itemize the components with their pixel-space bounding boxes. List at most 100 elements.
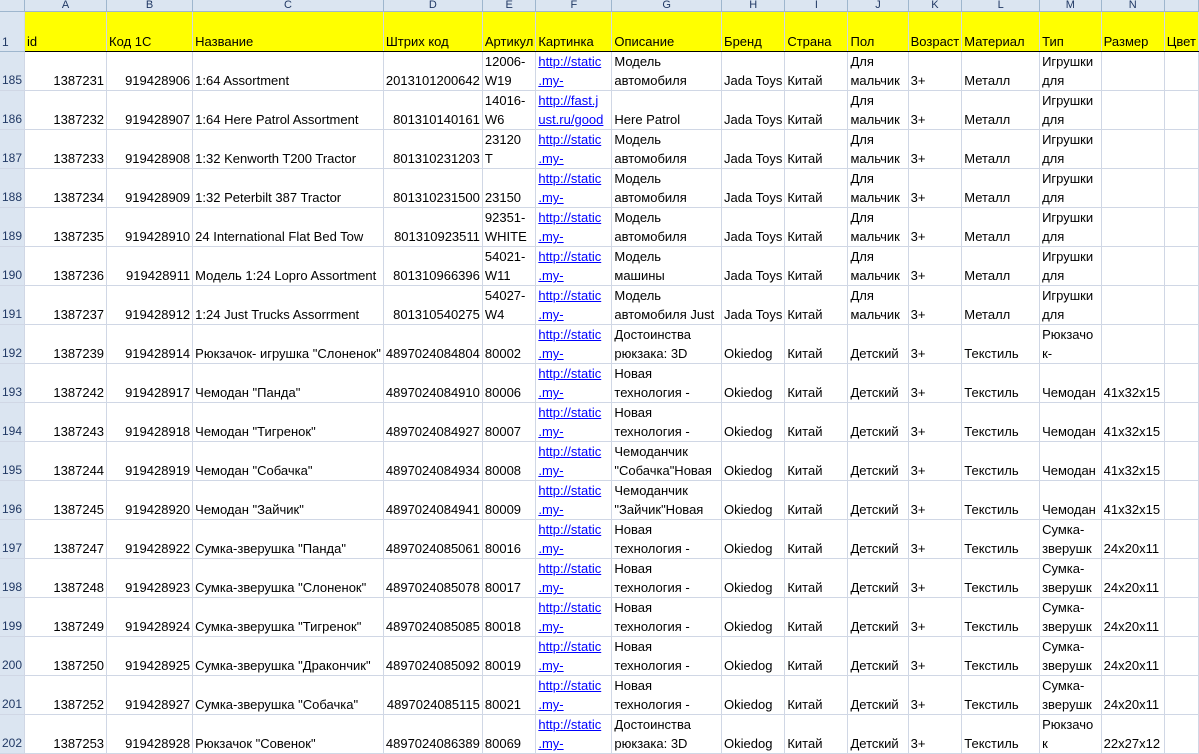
row-number[interactable]: 191 xyxy=(0,285,26,325)
cell-sex[interactable]: Детский xyxy=(847,714,909,754)
cell-id[interactable]: 1387232 xyxy=(24,90,108,130)
cell-name[interactable]: Чемодан "Зайчик" xyxy=(192,480,384,520)
cell-size[interactable]: 24x20x11 xyxy=(1101,519,1165,559)
cell-size[interactable] xyxy=(1101,246,1165,286)
row-number[interactable]: 196 xyxy=(0,480,26,520)
cell-material[interactable]: Металл xyxy=(961,285,1041,325)
row-number[interactable]: 199 xyxy=(0,597,26,637)
picture-link[interactable]: .my- xyxy=(538,149,609,168)
cell-brand[interactable]: Jada Toys xyxy=(721,285,786,325)
cell-id[interactable]: 1387253 xyxy=(24,714,108,754)
cell-size[interactable]: 41x32x15 xyxy=(1101,441,1165,481)
cell-age[interactable]: 3+ xyxy=(908,441,963,481)
cell-size[interactable]: 24x20x11 xyxy=(1101,558,1165,598)
cell-color[interactable] xyxy=(1164,285,1199,325)
row-number[interactable]: 190 xyxy=(0,246,26,286)
cell-picture[interactable]: http://static .my- xyxy=(535,519,613,559)
header-cell[interactable]: Описание xyxy=(611,11,723,52)
cell-country[interactable]: Китай xyxy=(784,51,849,91)
cell-description[interactable]: Модель автомобиля xyxy=(611,168,723,208)
cell-id[interactable]: 1387248 xyxy=(24,558,108,598)
row-number[interactable]: 195 xyxy=(0,441,26,481)
picture-link[interactable]: http://static xyxy=(538,286,609,305)
cell-age[interactable]: 3+ xyxy=(908,363,963,403)
cell-name[interactable]: Чемодан "Панда" xyxy=(192,363,384,403)
cell-sex[interactable]: Детский xyxy=(847,675,909,715)
cell-picture[interactable]: http://static .my- xyxy=(535,402,613,442)
cell-material[interactable]: Металл xyxy=(961,129,1041,169)
cell-size[interactable]: 41x32x15 xyxy=(1101,402,1165,442)
cell-name[interactable]: 1:24 Just Trucks Assorrment xyxy=(192,285,384,325)
picture-link[interactable]: http://static xyxy=(538,481,609,500)
column-header-h[interactable]: H xyxy=(721,0,786,12)
cell-brand[interactable]: Okiedog xyxy=(721,402,786,442)
cell-color[interactable] xyxy=(1164,246,1199,286)
cell-barcode[interactable]: 4897024084910 xyxy=(383,363,483,403)
picture-link[interactable]: .my- xyxy=(538,578,609,597)
cell-material[interactable]: Текстиль xyxy=(961,636,1041,676)
cell-picture[interactable]: http://static .my- xyxy=(535,597,613,637)
cell-id[interactable]: 1387231 xyxy=(24,51,108,91)
cell-code-1c[interactable]: 919428909 xyxy=(106,168,194,208)
column-header-i[interactable]: I xyxy=(784,0,849,12)
cell-code-1c[interactable]: 919428910 xyxy=(106,207,194,247)
header-cell[interactable]: Штрих код xyxy=(383,11,483,52)
cell-description[interactable]: Модель автомобиля xyxy=(611,129,723,169)
cell-size[interactable]: 24x20x11 xyxy=(1101,636,1165,676)
cell-code-1c[interactable]: 919428927 xyxy=(106,675,194,715)
picture-link[interactable]: .my- xyxy=(538,266,609,285)
cell-description[interactable]: Here Patrol xyxy=(611,90,723,130)
cell-brand[interactable]: Jada Toys xyxy=(721,129,786,169)
cell-barcode[interactable]: 4897024084934 xyxy=(383,441,483,481)
cell-barcode[interactable]: 801310231500 xyxy=(383,168,483,208)
cell-brand[interactable]: Okiedog xyxy=(721,597,786,637)
cell-color[interactable] xyxy=(1164,129,1199,169)
column-header-k[interactable]: K xyxy=(908,0,963,12)
cell-code-1c[interactable]: 919428914 xyxy=(106,324,194,364)
cell-size[interactable]: 24x20x11 xyxy=(1101,597,1165,637)
cell-article[interactable]: 80021 xyxy=(482,675,537,715)
cell-material[interactable]: Текстиль xyxy=(961,558,1041,598)
row-number[interactable]: 188 xyxy=(0,168,26,208)
cell-color[interactable] xyxy=(1164,636,1199,676)
cell-picture[interactable]: http://static .my- xyxy=(535,285,613,325)
column-header-c[interactable]: C xyxy=(192,0,384,12)
cell-type[interactable]: Игрушки для xyxy=(1039,168,1102,208)
cell-code-1c[interactable]: 919428924 xyxy=(106,597,194,637)
cell-age[interactable]: 3+ xyxy=(908,558,963,598)
cell-country[interactable]: Китай xyxy=(784,480,849,520)
cell-size[interactable] xyxy=(1101,51,1165,91)
cell-sex[interactable]: Для мальчик xyxy=(847,129,909,169)
cell-description[interactable]: Новая технология - xyxy=(611,519,723,559)
cell-article[interactable]: 23150 xyxy=(482,168,537,208)
cell-country[interactable]: Китай xyxy=(784,402,849,442)
cell-code-1c[interactable]: 919428907 xyxy=(106,90,194,130)
column-header-e[interactable]: E xyxy=(482,0,537,12)
cell-description[interactable]: Новая технология - xyxy=(611,675,723,715)
cell-name[interactable]: 24 International Flat Bed Tow xyxy=(192,207,384,247)
cell-age[interactable]: 3+ xyxy=(908,246,963,286)
picture-link[interactable]: http://static xyxy=(538,247,609,266)
cell-material[interactable]: Текстиль xyxy=(961,714,1041,754)
cell-size[interactable] xyxy=(1101,90,1165,130)
cell-material[interactable]: Текстиль xyxy=(961,363,1041,403)
cell-picture[interactable]: http://static .my- xyxy=(535,441,613,481)
cell-age[interactable]: 3+ xyxy=(908,519,963,559)
cell-color[interactable] xyxy=(1164,90,1199,130)
cell-barcode[interactable]: 4897024085092 xyxy=(383,636,483,676)
cell-type[interactable]: Чемодан xyxy=(1039,402,1102,442)
header-cell[interactable]: Размер xyxy=(1101,11,1165,52)
row-number[interactable]: 200 xyxy=(0,636,26,676)
cell-brand[interactable]: Okiedog xyxy=(721,675,786,715)
cell-country[interactable]: Китай xyxy=(784,324,849,364)
cell-country[interactable]: Китай xyxy=(784,636,849,676)
cell-type[interactable]: Игрушки для xyxy=(1039,129,1102,169)
cell-age[interactable]: 3+ xyxy=(908,402,963,442)
cell-picture[interactable]: http://static .my- xyxy=(535,480,613,520)
cell-sex[interactable]: Детский xyxy=(847,324,909,364)
picture-link[interactable]: .my- xyxy=(538,617,609,636)
picture-link[interactable]: http://static xyxy=(538,364,609,383)
cell-id[interactable]: 1387244 xyxy=(24,441,108,481)
cell-country[interactable]: Китай xyxy=(784,285,849,325)
cell-country[interactable]: Китай xyxy=(784,714,849,754)
